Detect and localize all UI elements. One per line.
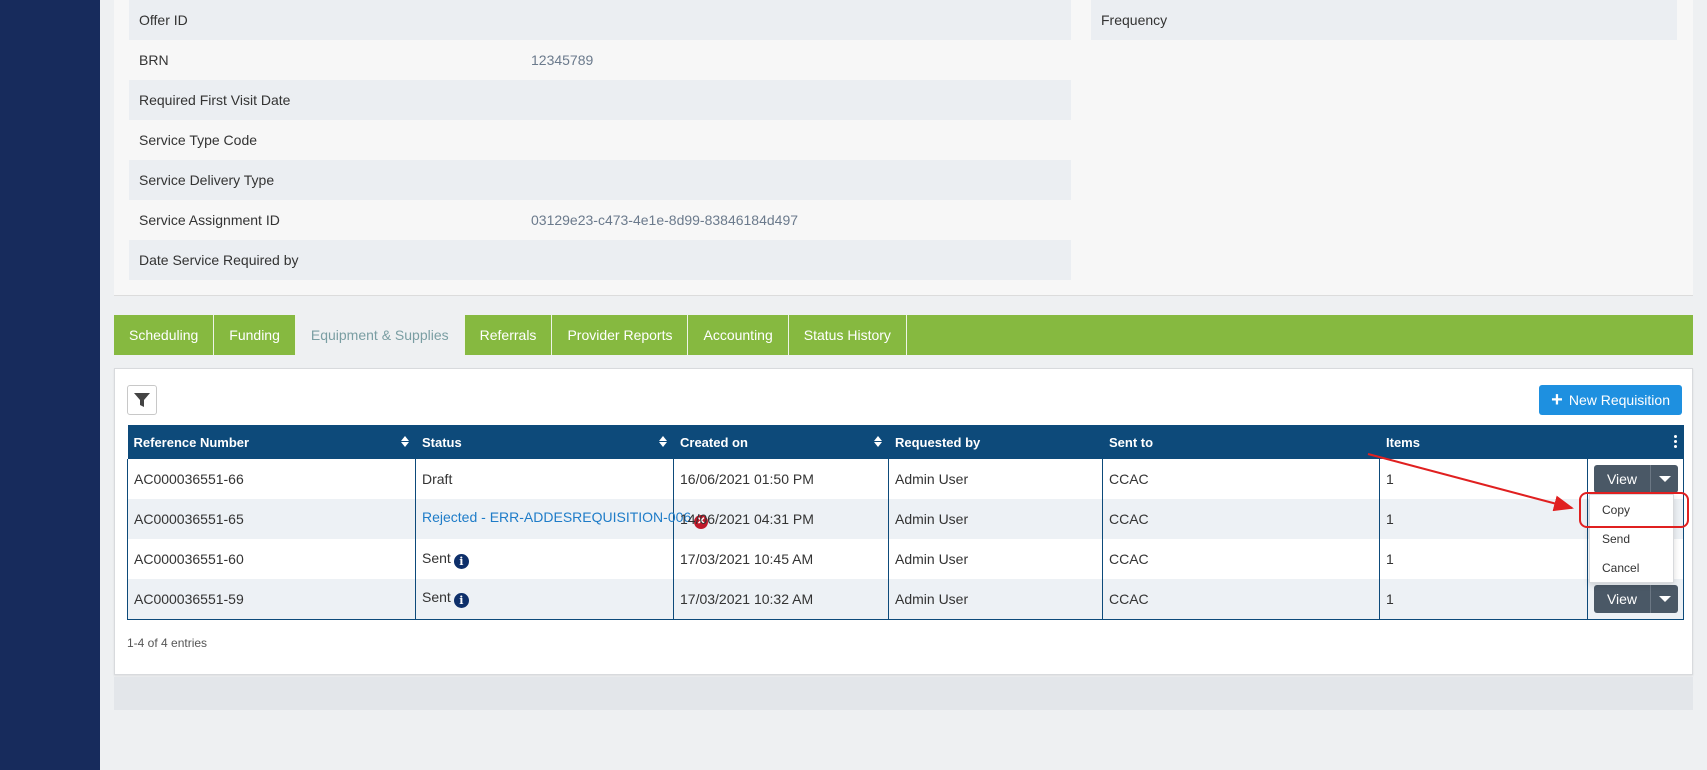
cell-requested-by: Admin User [888,539,1103,579]
requisitions-panel: + New Requisition Reference Number Statu… [114,368,1693,675]
new-requisition-button[interactable]: + New Requisition [1539,385,1682,415]
tab-bar: Scheduling Funding Equipment & Supplies … [114,315,1693,355]
cell-requested-by: Admin User [888,579,1103,620]
column-header-requested-by: Requested by [888,425,1103,459]
tab-funding[interactable]: Funding [214,315,296,355]
detail-value: 03129e23-c473-4e1e-8d99-83846184d497 [531,212,799,228]
view-button[interactable]: View [1594,465,1650,493]
service-details-card: Offer ID BRN 12345789 Required First Vis… [114,0,1693,296]
cell-reference: AC000036551-66 [127,459,416,499]
cell-created-on: 14/06/2021 04:31 PM [673,499,889,539]
new-requisition-label: New Requisition [1568,392,1670,408]
cell-items: 1 [1379,499,1588,539]
filter-icon [134,393,150,407]
requisitions-table: Reference Number Status Created on Reque… [127,425,1684,620]
cell-created-on: 17/03/2021 10:45 AM [673,539,889,579]
detail-row-service-assignment-id: Service Assignment ID 03129e23-c473-4e1e… [129,200,1071,240]
row-action-group: View [1594,465,1678,493]
detail-value: 12345789 [531,52,594,68]
cell-status: Sent i [415,539,674,579]
tab-equipment-supplies[interactable]: Equipment & Supplies [295,315,465,355]
detail-row-offer-id: Offer ID [129,0,1071,40]
detail-label: Service Type Code [139,132,258,148]
tab-accounting[interactable]: Accounting [688,315,789,355]
detail-row-service-delivery-type: Service Delivery Type [129,160,1071,200]
cell-created-on: 16/06/2021 01:50 PM [673,459,889,499]
actions-dropdown-toggle[interactable] [1650,584,1678,613]
detail-label: BRN [139,52,169,68]
cell-reference: AC000036551-65 [127,499,416,539]
sort-icon[interactable] [659,436,667,447]
column-header-reference[interactable]: Reference Number [127,425,416,459]
table-row: AC000036551-65 Rejected - ERR-ADDESREQUI… [127,499,1684,539]
cell-status: Sent i [415,579,674,620]
cell-status: Draft [415,459,674,499]
cell-actions: View [1587,579,1684,620]
column-options-icon[interactable] [1674,435,1677,448]
tab-provider-reports[interactable]: Provider Reports [552,315,689,355]
cell-items: 1 [1379,459,1588,499]
pagination-summary: 1-4 of 4 entries [127,636,208,650]
detail-row-service-type-code: Service Type Code [129,120,1071,160]
rejected-status-link[interactable]: Rejected - ERR-ADDESREQUISITION-006 [422,509,691,525]
filter-button[interactable] [127,385,157,415]
view-button[interactable]: View [1594,584,1650,613]
detail-label: Required First Visit Date [139,92,291,108]
menu-item-send[interactable]: Send [1590,524,1673,553]
column-header-status[interactable]: Status [415,425,674,459]
info-icon[interactable]: i [453,553,469,569]
table-row: AC000036551-66 Draft 16/06/2021 01:50 PM… [127,459,1684,499]
tab-referrals[interactable]: Referrals [465,315,553,355]
detail-row-brn: BRN 12345789 [129,40,1071,80]
actions-dropdown-toggle[interactable] [1650,465,1678,493]
cell-items: 1 [1379,579,1588,620]
panel-footer-bar [114,677,1693,710]
cell-items: 1 [1379,539,1588,579]
detail-row-first-visit-date: Required First Visit Date [129,80,1071,120]
column-header-created-on[interactable]: Created on [673,425,889,459]
cell-sent-to: CCAC [1102,539,1380,579]
cell-reference: AC000036551-59 [127,579,416,620]
cell-created-on: 17/03/2021 10:32 AM [673,579,889,620]
annotation-highlight-box [1579,492,1689,528]
table-header-row: Reference Number Status Created on Reque… [127,425,1684,459]
detail-label: Service Assignment ID [139,212,280,228]
sort-icon[interactable] [401,436,409,447]
cell-requested-by: Admin User [888,459,1103,499]
frequency-label: Frequency [1101,12,1168,28]
cell-requested-by: Admin User [888,499,1103,539]
detail-label: Date Service Required by [139,252,299,268]
status-text: Sent [422,549,451,566]
status-text: Sent [422,589,451,606]
column-header-sent-to: Sent to [1102,425,1380,459]
table-row: AC000036551-60 Sent i 17/03/2021 10:45 AM… [127,539,1684,579]
detail-label: Offer ID [139,12,188,28]
caret-down-icon [1658,595,1671,602]
detail-row-date-required-by: Date Service Required by [129,240,1071,280]
sort-icon[interactable] [874,436,882,447]
cell-sent-to: CCAC [1102,499,1380,539]
caret-down-icon [1658,476,1671,482]
plus-icon: + [1551,389,1563,411]
detail-row-frequency: Frequency [1091,0,1677,40]
cell-status: Rejected - ERR-ADDESREQUISITION-006✕ [415,499,709,539]
menu-item-cancel[interactable]: Cancel [1590,553,1673,582]
tab-status-history[interactable]: Status History [789,315,907,355]
row-action-group: View [1594,584,1678,613]
table-row: AC000036551-59 Sent i 17/03/2021 10:32 AM… [127,579,1684,620]
cell-sent-to: CCAC [1102,459,1380,499]
cell-reference: AC000036551-60 [127,539,416,579]
info-icon[interactable]: i [453,593,469,609]
cell-sent-to: CCAC [1102,579,1380,620]
column-header-actions [1587,425,1684,459]
detail-label: Service Delivery Type [139,172,275,188]
column-header-items: Items [1379,425,1588,459]
tab-scheduling[interactable]: Scheduling [114,315,215,355]
left-sidebar [0,0,100,770]
